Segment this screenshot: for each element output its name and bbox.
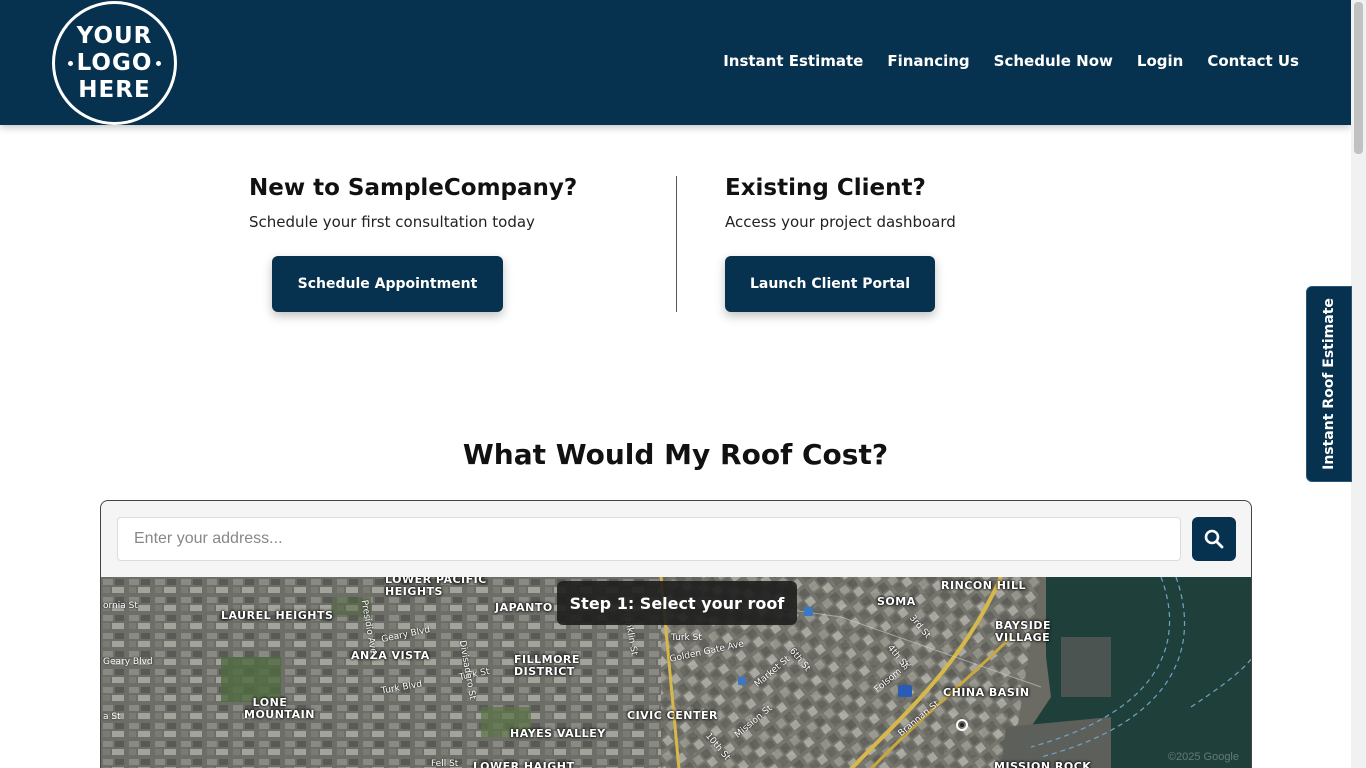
map-label-laurel-heights: LAUREL HEIGHTS xyxy=(221,609,334,622)
satellite-map[interactable]: LOWER PACIFIC HEIGHTS LAUREL HEIGHTS JAPA… xyxy=(101,577,1251,768)
logo[interactable]: YOUR LOGO HERE xyxy=(52,1,177,125)
map-label-soma: SOMA xyxy=(877,595,916,608)
map-label-bayside-village: BAYSIDE VILLAGE xyxy=(995,619,1051,644)
map-label-lower-haight: LOWER HAIGHT xyxy=(473,760,575,768)
logo-dot-right xyxy=(156,60,162,66)
nav-contact-us[interactable]: Contact Us xyxy=(1207,52,1299,70)
map-label-anza-vista: ANZA VISTA xyxy=(351,649,430,662)
map-label-mission-rock: MISSION ROCK xyxy=(994,760,1092,768)
logo-line-3: HERE xyxy=(78,76,151,103)
nav-schedule-now[interactable]: Schedule Now xyxy=(994,52,1113,70)
launch-client-portal-button[interactable]: Launch Client Portal xyxy=(725,256,935,312)
map-label-lone-mountain: LONE MOUNTAIN xyxy=(244,696,315,721)
roof-cost-title: What Would My Roof Cost? xyxy=(462,438,889,471)
map-label-fillmore-district: FILLMORE DISTRICT xyxy=(514,653,580,678)
logo-line-2: LOGO xyxy=(67,49,162,77)
search-icon xyxy=(1204,529,1224,549)
new-client-title: New to SampleCompany? xyxy=(249,175,578,201)
map-label-japantown: JAPANTO xyxy=(495,601,553,614)
logo-line-2-text: LOGO xyxy=(76,49,153,76)
main-nav: Instant Estimate Financing Schedule Now … xyxy=(723,52,1299,70)
map-copyright: ©2025 Google xyxy=(1167,751,1239,763)
nav-financing[interactable]: Financing xyxy=(887,52,969,70)
roof-estimator: LOWER PACIFICHEIGHTS LAUREL HEIGHTS JAPA… xyxy=(100,500,1252,768)
new-client-subtitle: Schedule your first consultation today xyxy=(249,213,535,231)
map-label-lower-pacific-heights: LOWER PACIFIC HEIGHTS xyxy=(385,577,487,598)
existing-client-subtitle: Access your project dashboard xyxy=(725,213,956,231)
map-label-civic-center: CIVIC CENTER xyxy=(627,709,718,722)
page-scrollbar[interactable] xyxy=(1351,0,1366,768)
nav-instant-estimate[interactable]: Instant Estimate xyxy=(723,52,863,70)
map-label-china-basin: CHINA BASIN xyxy=(943,686,1030,699)
street-label: ornia St xyxy=(103,601,138,611)
existing-client-title: Existing Client? xyxy=(725,175,926,201)
new-client-panel: New to SampleCompany? Schedule your firs… xyxy=(249,175,578,231)
nav-login[interactable]: Login xyxy=(1137,52,1183,70)
step-indicator: Step 1: Select your roof xyxy=(557,581,797,625)
street-label: a St xyxy=(103,712,121,722)
street-label: Fell St xyxy=(431,759,459,768)
street-label: Geary Blvd xyxy=(103,657,153,667)
logo-line-1: YOUR xyxy=(76,22,153,49)
address-input[interactable] xyxy=(117,517,1181,561)
scrollbar-thumb[interactable] xyxy=(1354,2,1363,154)
map-label-rincon-hill: RINCON HILL xyxy=(941,579,1027,592)
address-search-button[interactable] xyxy=(1192,517,1236,561)
existing-client-panel: Existing Client? Access your project das… xyxy=(725,175,985,231)
schedule-appointment-button[interactable]: Schedule Appointment xyxy=(272,256,503,312)
map-label-hayes-valley: HAYES VALLEY xyxy=(510,727,606,740)
site-header: YOUR LOGO HERE Instant Estimate Financin… xyxy=(0,0,1351,125)
logo-dot-left xyxy=(67,60,73,66)
street-label: Turk St xyxy=(671,633,702,643)
cta-divider xyxy=(676,176,677,312)
